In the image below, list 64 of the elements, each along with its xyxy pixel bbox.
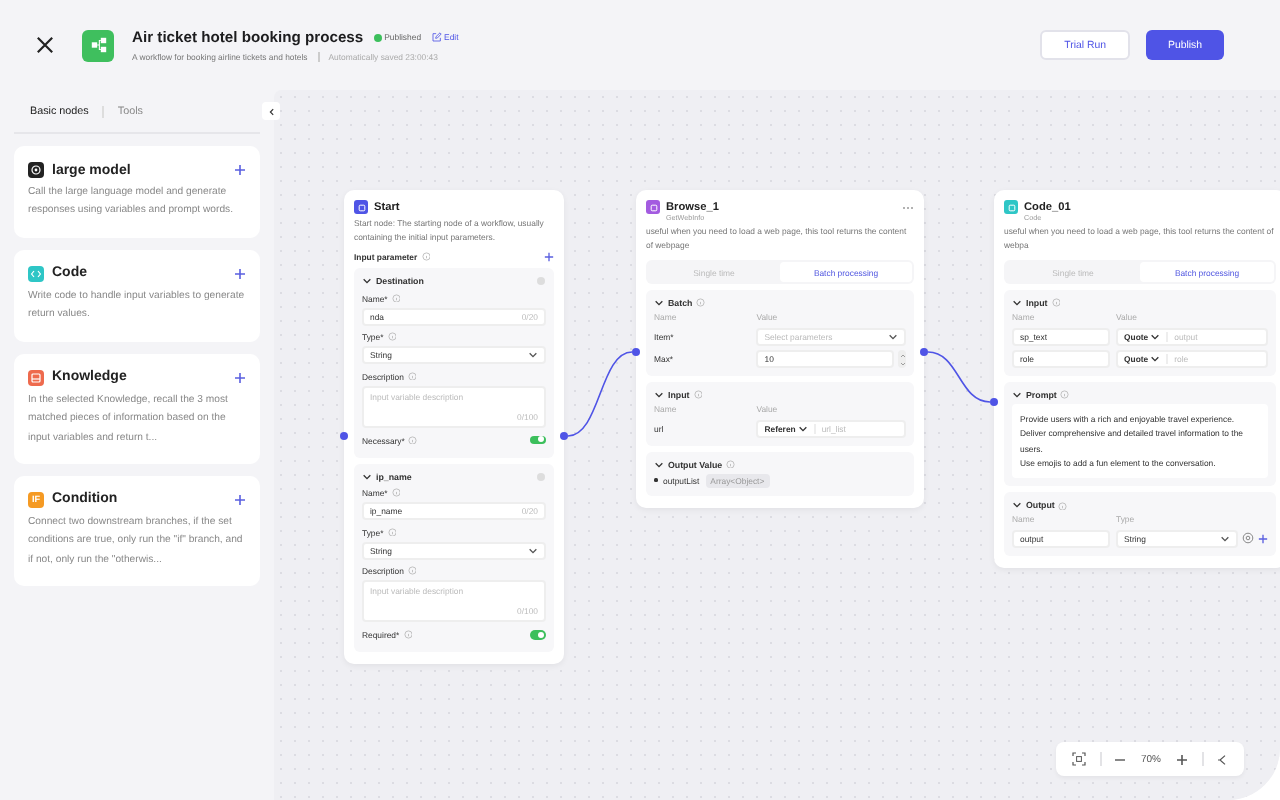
chevron-down-icon[interactable] <box>1012 500 1022 511</box>
plus-icon[interactable] <box>1258 533 1268 544</box>
toggle-switch[interactable] <box>530 435 546 445</box>
chevron-down-icon[interactable] <box>654 298 664 308</box>
workflow-logo-icon <box>82 29 114 61</box>
info-icon <box>387 332 397 342</box>
info-icon <box>421 252 431 262</box>
chevron-down-icon[interactable] <box>1012 390 1022 400</box>
plus-icon[interactable] <box>544 252 554 262</box>
info-icon <box>1060 390 1070 400</box>
chevron-down-icon[interactable] <box>654 459 664 469</box>
info-icon <box>693 390 703 400</box>
plus-icon[interactable] <box>234 371 246 384</box>
plus-icon[interactable] <box>234 267 246 280</box>
chevron-down-icon[interactable] <box>362 276 372 286</box>
info-icon <box>1058 501 1068 511</box>
start-node-icon <box>354 200 368 214</box>
close-icon[interactable] <box>36 36 54 54</box>
fit-view-icon[interactable] <box>1071 752 1086 766</box>
input-port[interactable] <box>632 348 640 356</box>
input-port[interactable] <box>990 398 998 406</box>
connector-line <box>567 351 633 437</box>
chevron-down-icon[interactable] <box>1150 331 1161 341</box>
info-icon <box>726 459 736 469</box>
chevron-down-icon[interactable] <box>797 423 808 433</box>
collapse-button[interactable] <box>262 102 280 120</box>
zoom-in-icon[interactable] <box>1175 753 1187 765</box>
info-icon <box>391 488 401 498</box>
output-port[interactable] <box>920 348 928 356</box>
chevron-down-icon[interactable] <box>1220 533 1230 544</box>
collapse-map-icon[interactable] <box>1216 753 1228 765</box>
start-node[interactable] <box>344 190 564 664</box>
info-icon <box>696 298 706 308</box>
chevron-down-icon[interactable] <box>528 350 538 360</box>
chevron-left-icon[interactable] <box>267 107 275 115</box>
tool-node[interactable] <box>636 190 924 507</box>
info-icon <box>391 293 401 303</box>
zoom-out-icon[interactable] <box>1114 753 1127 765</box>
connector-line <box>927 351 991 403</box>
input-port[interactable] <box>340 432 348 440</box>
plus-icon[interactable] <box>234 493 246 506</box>
plus-icon[interactable] <box>234 164 246 176</box>
model-icon <box>28 162 44 178</box>
chevron-down-icon[interactable] <box>654 390 664 400</box>
info-icon <box>407 566 417 576</box>
code-icon <box>28 265 44 282</box>
info-icon <box>387 527 397 537</box>
info-icon <box>408 435 418 445</box>
tool-node-icon <box>646 200 660 214</box>
chevron-down-icon[interactable] <box>888 331 898 341</box>
settings-icon[interactable] <box>1242 532 1254 545</box>
chevron-down-icon[interactable] <box>1012 298 1022 308</box>
output-port[interactable] <box>560 432 568 440</box>
book-icon <box>28 369 44 386</box>
code-node-icon <box>1004 200 1018 214</box>
code-node[interactable] <box>994 190 1280 568</box>
info-icon <box>1051 298 1061 308</box>
status-dot <box>373 33 382 41</box>
info-icon <box>407 371 417 381</box>
chevron-down-icon[interactable] <box>528 545 538 555</box>
info-icon <box>403 630 413 640</box>
chevron-down-icon[interactable] <box>1150 354 1161 364</box>
chevron-down-icon[interactable] <box>362 471 372 481</box>
toggle-switch[interactable] <box>530 630 546 640</box>
